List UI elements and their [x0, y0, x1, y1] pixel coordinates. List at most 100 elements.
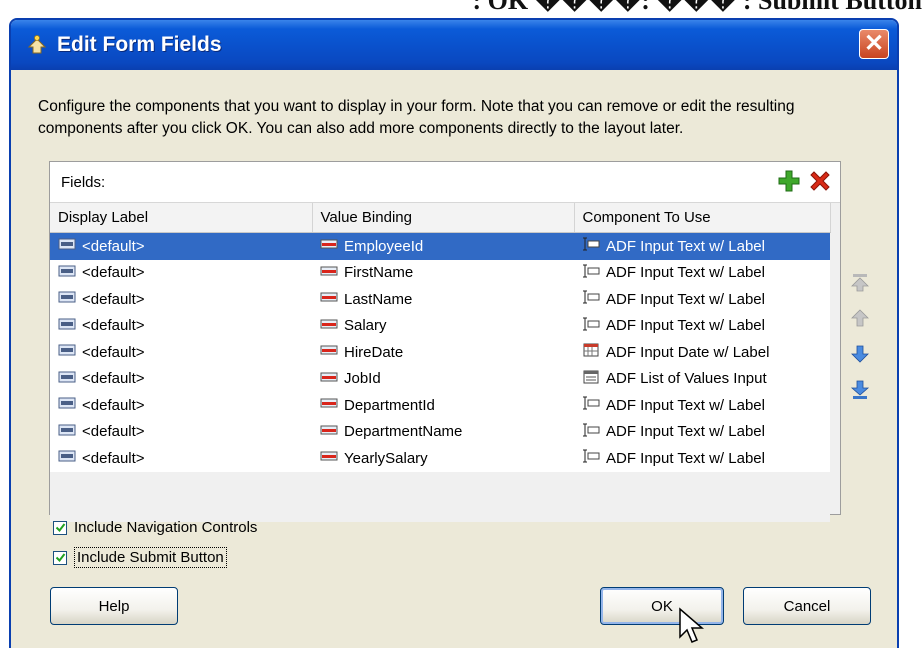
component-cell[interactable]: ADF Input Text w/ Label	[574, 259, 830, 286]
table-row[interactable]: <default> EmployeeId ADF Input Text w/ Lab…	[50, 232, 830, 260]
include-submit-option[interactable]: Include Submit Button	[53, 547, 227, 568]
value-binding-content: JobId	[320, 370, 574, 388]
table-row[interactable]: <default> HireDate ADF Input Date w/ Label	[50, 339, 830, 366]
display-label-text: <default>	[82, 290, 145, 308]
component-content: ADF Input Text w/ Label	[582, 290, 830, 308]
move-up-button[interactable]	[847, 306, 873, 330]
display-label-text: <default>	[82, 449, 145, 467]
value-binding-content: HireDate	[320, 343, 574, 361]
component-cell[interactable]: ADF Input Text w/ Label	[574, 392, 830, 419]
checkmark-icon	[55, 553, 65, 563]
attribute-icon	[320, 423, 338, 441]
component-cell[interactable]: ADF Input Text w/ Label	[574, 445, 830, 472]
display-label-content: <default>	[58, 343, 312, 361]
display-label-cell[interactable]: <default>	[50, 232, 312, 260]
label-icon	[58, 423, 76, 441]
attribute-icon	[320, 449, 338, 467]
value-binding-cell[interactable]: DepartmentName	[312, 418, 574, 445]
display-label-cell[interactable]: <default>	[50, 365, 312, 392]
move-down-button[interactable]	[847, 342, 873, 366]
table-row[interactable]: <default> DepartmentName ADF Input Text w/…	[50, 418, 830, 445]
component-text: ADF Input Text w/ Label	[606, 290, 765, 308]
display-label-text: <default>	[82, 264, 145, 282]
label-icon	[58, 396, 76, 414]
close-button[interactable]: ✕	[859, 29, 889, 59]
display-label-cell[interactable]: <default>	[50, 392, 312, 419]
component-cell[interactable]: ADF Input Text w/ Label	[574, 286, 830, 313]
column-header-value-binding[interactable]: Value Binding	[312, 203, 575, 233]
display-label-cell[interactable]: <default>	[50, 339, 312, 366]
component-text: ADF Input Text w/ Label	[606, 264, 765, 282]
table-row[interactable]: <default> JobId ADF List of Values Input	[50, 365, 830, 392]
component-cell[interactable]: ADF Input Text w/ Label	[574, 312, 830, 339]
title-bar[interactable]: Edit Form Fields ✕	[11, 20, 897, 70]
value-binding-cell[interactable]: FirstName	[312, 259, 574, 286]
value-binding-cell[interactable]: YearlySalary	[312, 445, 574, 472]
empty-table-area	[50, 471, 830, 522]
component-content: ADF Input Text w/ Label	[582, 237, 830, 255]
attribute-icon	[320, 264, 338, 282]
component-cell[interactable]: ADF List of Values Input	[574, 365, 830, 392]
value-binding-cell[interactable]: Salary	[312, 312, 574, 339]
label-icon	[58, 290, 76, 308]
reorder-toolbar	[847, 270, 873, 414]
value-binding-cell[interactable]: JobId	[312, 365, 574, 392]
display-label-content: <default>	[58, 264, 312, 282]
table-row[interactable]: <default> Salary ADF Input Text w/ Label	[50, 312, 830, 339]
value-binding-content: FirstName	[320, 264, 574, 282]
background-caption: : OK ����: ��� : Submit Button	[472, 0, 922, 15]
move-to-bottom-button[interactable]	[847, 378, 873, 402]
value-binding-cell[interactable]: HireDate	[312, 339, 574, 366]
component-text: ADF List of Values Input	[606, 370, 767, 388]
cancel-button[interactable]: Cancel	[743, 587, 871, 625]
value-binding-cell[interactable]: LastName	[312, 286, 574, 313]
table-row[interactable]: <default> YearlySalary ADF Input Text w/ L…	[50, 445, 830, 472]
add-field-icon[interactable]	[777, 169, 801, 193]
label-icon	[58, 237, 76, 255]
display-label-cell[interactable]: <default>	[50, 445, 312, 472]
column-header-display-label[interactable]: Display Label	[50, 203, 313, 233]
dialog-title: Edit Form Fields	[57, 33, 222, 56]
include-navigation-checkbox[interactable]	[53, 520, 67, 535]
component-content: ADF Input Text w/ Label	[582, 423, 830, 441]
column-header-component[interactable]: Component To Use	[574, 203, 831, 233]
value-binding-text: DepartmentName	[344, 423, 463, 441]
help-button[interactable]: Help	[50, 587, 178, 625]
value-binding-text: JobId	[344, 370, 381, 388]
value-binding-content: YearlySalary	[320, 449, 574, 467]
value-binding-cell[interactable]: DepartmentId	[312, 392, 574, 419]
component-cell[interactable]: ADF Input Text w/ Label	[574, 418, 830, 445]
table-row[interactable]: <default> DepartmentId ADF Input Text w/ L…	[50, 392, 830, 419]
value-binding-content: Salary	[320, 317, 574, 335]
remove-field-icon[interactable]	[808, 169, 832, 193]
display-label-cell[interactable]: <default>	[50, 259, 312, 286]
include-submit-checkbox[interactable]	[53, 550, 67, 565]
value-binding-cell[interactable]: EmployeeId	[312, 232, 574, 260]
include-navigation-option[interactable]: Include Navigation Controls	[53, 519, 257, 536]
display-label-text: <default>	[82, 237, 145, 255]
component-cell[interactable]: ADF Input Text w/ Label	[574, 232, 830, 260]
fields-panel: Fields: Display Label Value Binding Comp…	[49, 161, 841, 522]
component-cell[interactable]: ADF Input Date w/ Label	[574, 339, 830, 366]
attribute-icon	[320, 317, 338, 335]
table-row[interactable]: <default> FirstName ADF Input Text w/ Labe…	[50, 259, 830, 286]
input-text-icon	[582, 290, 600, 308]
display-label-cell[interactable]: <default>	[50, 286, 312, 313]
display-label-cell[interactable]: <default>	[50, 418, 312, 445]
move-to-top-button[interactable]	[847, 270, 873, 294]
label-icon	[58, 343, 76, 361]
input-text-icon	[582, 449, 600, 467]
label-icon	[58, 370, 76, 388]
display-label-cell[interactable]: <default>	[50, 312, 312, 339]
display-label-text: <default>	[82, 370, 145, 388]
table-row[interactable]: <default> LastName ADF Input Text w/ Label	[50, 286, 830, 313]
component-content: ADF Input Text w/ Label	[582, 449, 830, 467]
instructions-text: Configure the components that you want t…	[38, 98, 795, 137]
list-of-values-icon	[582, 370, 600, 388]
input-text-icon	[582, 423, 600, 441]
value-binding-content: LastName	[320, 290, 574, 308]
component-text: ADF Input Date w/ Label	[606, 343, 770, 361]
fields-table: Display Label Value Binding Component To…	[50, 203, 831, 522]
value-binding-text: HireDate	[344, 343, 404, 361]
close-icon: ✕	[863, 30, 885, 57]
